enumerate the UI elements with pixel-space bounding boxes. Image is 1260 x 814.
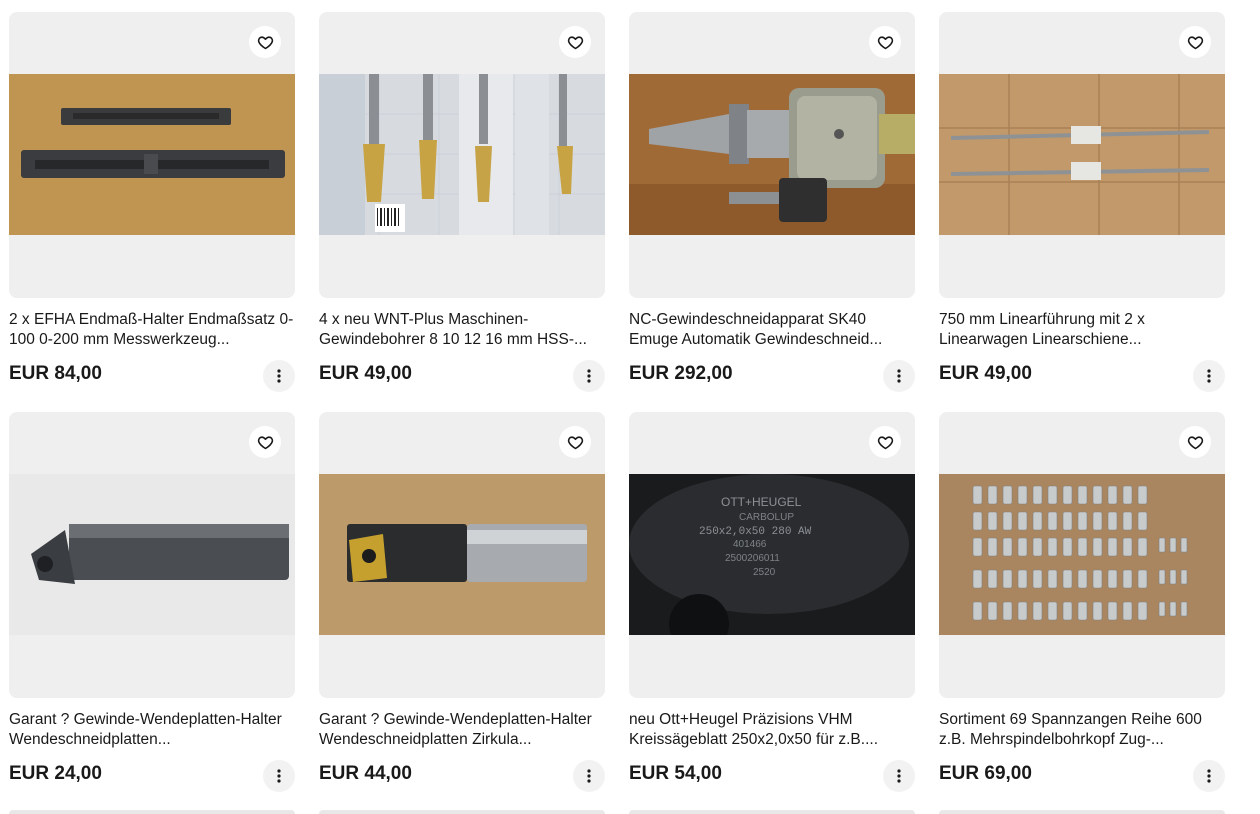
- more-vertical-icon: [277, 769, 281, 783]
- watch-button[interactable]: [559, 426, 591, 458]
- listing-title[interactable]: neu Ott+Heugel Präzisions VHM Kreissägeb…: [629, 710, 915, 750]
- listing-photo-saw-blade[interactable]: OTT+HEUGEL CARBOLUP 250x2,0x50 280 AW 40…: [629, 474, 915, 635]
- sawblade-brand-text: OTT+HEUGEL: [721, 495, 802, 509]
- heart-icon: [1187, 435, 1203, 449]
- listing-title[interactable]: Garant ? Gewinde-Wendeplatten-Halter Wen…: [319, 710, 605, 750]
- next-row-card-peek: [9, 810, 295, 814]
- price-row: EUR 69,00: [939, 756, 1225, 792]
- listing-price: EUR 54,00: [629, 763, 722, 784]
- more-actions-button[interactable]: [573, 760, 605, 792]
- more-vertical-icon: [277, 369, 281, 383]
- heart-icon: [1187, 35, 1203, 49]
- more-vertical-icon: [897, 369, 901, 383]
- more-actions-button[interactable]: [263, 360, 295, 392]
- listing-image-container[interactable]: [629, 12, 915, 298]
- more-vertical-icon: [897, 769, 901, 783]
- sawblade-material-text: CARBOLUP: [739, 512, 794, 523]
- listing-photo-taps[interactable]: [319, 74, 605, 235]
- watch-button[interactable]: [869, 26, 901, 58]
- listing-image-container[interactable]: [9, 412, 295, 698]
- more-vertical-icon: [587, 369, 591, 383]
- more-vertical-icon: [587, 769, 591, 783]
- listing-card[interactable]: Sortiment 69 Spannzangen Reihe 600 z.B. …: [939, 412, 1225, 812]
- listing-card[interactable]: OTT+HEUGEL CARBOLUP 250x2,0x50 280 AW 40…: [629, 412, 915, 812]
- listing-price: EUR 292,00: [629, 363, 733, 384]
- listing-price: EUR 49,00: [939, 363, 1032, 384]
- photo-illustration: [319, 474, 605, 635]
- sawblade-code3-text: 2520: [753, 567, 776, 578]
- listing-card[interactable]: 2 x EFHA Endmaß-Halter Endmaßsatz 0-100 …: [9, 12, 295, 412]
- heart-icon: [877, 35, 893, 49]
- heart-icon: [877, 435, 893, 449]
- next-row-card-peek: [629, 810, 915, 814]
- photo-illustration: OTT+HEUGEL CARBOLUP 250x2,0x50 280 AW 40…: [629, 474, 915, 635]
- sawblade-code2-text: 2500206011: [725, 553, 780, 564]
- more-actions-button[interactable]: [1193, 760, 1225, 792]
- listing-card[interactable]: 4 x neu WNT-Plus Maschinen-Gewindebohrer…: [319, 12, 605, 412]
- listing-card[interactable]: 750 mm Linearführung mit 2 x Linearwagen…: [939, 12, 1225, 412]
- listing-image-container[interactable]: [939, 12, 1225, 298]
- price-row: EUR 292,00: [629, 356, 915, 392]
- listing-title[interactable]: NC-Gewindeschneidapparat SK40 Emuge Auto…: [629, 310, 915, 350]
- photo-illustration: [629, 74, 915, 235]
- price-row: EUR 84,00: [9, 356, 295, 392]
- listing-price: EUR 44,00: [319, 763, 412, 784]
- listing-photo-gauge-block-holders[interactable]: [9, 74, 295, 235]
- more-actions-button[interactable]: [883, 760, 915, 792]
- listing-image-container[interactable]: [939, 412, 1225, 698]
- listing-photo-insert-holder[interactable]: [319, 474, 605, 635]
- more-vertical-icon: [1207, 769, 1211, 783]
- listing-image-container[interactable]: OTT+HEUGEL CARBOLUP 250x2,0x50 280 AW 40…: [629, 412, 915, 698]
- price-row: EUR 24,00: [9, 756, 295, 792]
- next-row-card-peek: [939, 810, 1225, 814]
- listing-photo-boring-bar[interactable]: [9, 474, 295, 635]
- listing-price: EUR 24,00: [9, 763, 102, 784]
- more-vertical-icon: [1207, 369, 1211, 383]
- heart-icon: [567, 35, 583, 49]
- watch-button[interactable]: [249, 26, 281, 58]
- watch-button[interactable]: [559, 26, 591, 58]
- photo-illustration: [939, 74, 1225, 235]
- listing-price: EUR 69,00: [939, 763, 1032, 784]
- more-actions-button[interactable]: [883, 360, 915, 392]
- listing-card[interactable]: NC-Gewindeschneidapparat SK40 Emuge Auto…: [629, 12, 915, 412]
- watch-button[interactable]: [869, 426, 901, 458]
- photo-illustration: [939, 474, 1225, 635]
- more-actions-button[interactable]: [573, 360, 605, 392]
- listing-title[interactable]: Sortiment 69 Spannzangen Reihe 600 z.B. …: [939, 710, 1225, 750]
- price-row: EUR 49,00: [319, 356, 605, 392]
- heart-icon: [257, 435, 273, 449]
- heart-icon: [257, 35, 273, 49]
- photo-illustration: [319, 74, 605, 235]
- price-row: EUR 44,00: [319, 756, 605, 792]
- photo-illustration: [9, 474, 295, 635]
- heart-icon: [567, 435, 583, 449]
- listing-title[interactable]: Garant ? Gewinde-Wendeplatten-Halter Wen…: [9, 710, 295, 750]
- photo-illustration: [9, 74, 295, 235]
- more-actions-button[interactable]: [263, 760, 295, 792]
- listing-price: EUR 84,00: [9, 363, 102, 384]
- listing-image-container[interactable]: [319, 12, 605, 298]
- listing-image-container[interactable]: [319, 412, 605, 698]
- price-row: EUR 54,00: [629, 756, 915, 792]
- listing-photo-collets[interactable]: [939, 474, 1225, 635]
- listing-price: EUR 49,00: [319, 363, 412, 384]
- listing-photo-linear-guide[interactable]: [939, 74, 1225, 235]
- listing-card[interactable]: Garant ? Gewinde-Wendeplatten-Halter Wen…: [9, 412, 295, 812]
- watch-button[interactable]: [1179, 26, 1211, 58]
- listing-title[interactable]: 2 x EFHA Endmaß-Halter Endmaßsatz 0-100 …: [9, 310, 295, 350]
- listing-title[interactable]: 4 x neu WNT-Plus Maschinen-Gewindebohrer…: [319, 310, 605, 350]
- sawblade-code1-text: 401466: [733, 539, 767, 550]
- results-grid: 2 x EFHA Endmaß-Halter Endmaßsatz 0-100 …: [9, 12, 1225, 812]
- next-row-card-peek: [319, 810, 605, 814]
- watch-button[interactable]: [1179, 426, 1211, 458]
- listing-image-container[interactable]: [9, 12, 295, 298]
- sawblade-size-text: 250x2,0x50 280 AW: [699, 526, 812, 538]
- more-actions-button[interactable]: [1193, 360, 1225, 392]
- price-row: EUR 49,00: [939, 356, 1225, 392]
- listing-title[interactable]: 750 mm Linearführung mit 2 x Linearwagen…: [939, 310, 1225, 350]
- listing-photo-tapping-attachment[interactable]: [629, 74, 915, 235]
- watch-button[interactable]: [249, 426, 281, 458]
- listing-card[interactable]: Garant ? Gewinde-Wendeplatten-Halter Wen…: [319, 412, 605, 812]
